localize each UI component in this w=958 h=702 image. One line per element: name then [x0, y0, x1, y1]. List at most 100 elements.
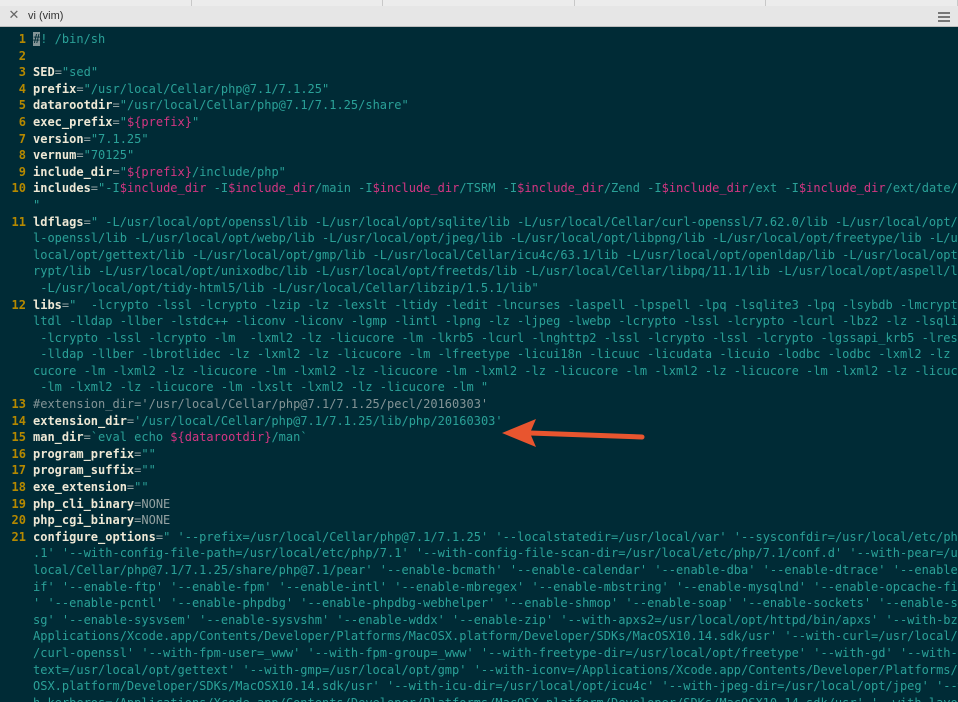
- line-number: 6: [18, 114, 26, 129]
- code-token: "": [141, 463, 156, 478]
- code-token: =NONE: [134, 496, 171, 511]
- code-line[interactable]: 3 SED="sed": [0, 64, 958, 81]
- line-text: h-kerberos=/Applications/Xcode.app/Conte…: [33, 695, 958, 702]
- editor-lines: 1 #! /bin/sh 2 3 SED="sed" 4 prefix="/usr/loca…: [0, 31, 958, 702]
- code-line[interactable]: .1' '--with-config-file-path=/usr/local/…: [0, 545, 958, 562]
- code-token: "": [141, 446, 156, 461]
- code-line[interactable]: 9 include_dir="${prefix}/include/php": [0, 164, 958, 181]
- code-token: text=/usr/local/opt/gettext' '--with-gmp…: [33, 662, 958, 677]
- code-token: #extension_dir='/usr/local/Cellar/php@7.…: [33, 397, 489, 412]
- vim-editor[interactable]: 1 #! /bin/sh 2 3 SED="sed" 4 prefix="/usr/loca…: [0, 27, 958, 702]
- code-token: $include_dir: [661, 181, 749, 196]
- code-line[interactable]: local/opt/gettext/lib -L/usr/local/opt/g…: [0, 247, 958, 264]
- code-line[interactable]: 20 php_cgi_binary=NONE: [0, 512, 958, 529]
- line-text: program_suffix="": [33, 462, 955, 479]
- code-token: cucore -lm -lxml2 -lz -licucore -lm -lxm…: [33, 363, 958, 378]
- code-token: ": [119, 164, 127, 179]
- code-token: =: [76, 148, 84, 163]
- line-text: rypt/lib -L/usr/local/opt/unixodbc/lib -…: [33, 263, 958, 280]
- code-line[interactable]: h-kerberos=/Applications/Xcode.app/Conte…: [0, 695, 958, 702]
- code-token: /include/php": [191, 164, 286, 179]
- code-line[interactable]: local/Cellar/php@7.1/7.1.25/share/php@7.…: [0, 562, 958, 579]
- code-line[interactable]: ": [0, 197, 958, 214]
- code-line[interactable]: 19 php_cli_binary=NONE: [0, 496, 958, 513]
- line-text: -L/usr/local/opt/tidy-html5/lib -L/usr/l…: [33, 280, 955, 297]
- line-number: 12: [11, 297, 26, 312]
- code-token: -lcrypto -lssl -lcrypto -lm -lxml2 -lz -…: [33, 330, 958, 345]
- line-text: -lm -lxml2 -lz -licucore -lm -lxslt -lxm…: [33, 379, 955, 396]
- code-token: -L/usr/local/opt/tidy-html5/lib -L/usr/l…: [33, 280, 539, 295]
- line-text: man_dir=`eval echo ${datarootdir}/man`: [33, 429, 955, 446]
- code-line[interactable]: Applications/Xcode.app/Contents/Develope…: [0, 628, 958, 645]
- code-line[interactable]: 1 #! /bin/sh: [0, 31, 958, 48]
- code-line[interactable]: text=/usr/local/opt/gettext' '--with-gmp…: [0, 662, 958, 679]
- code-line[interactable]: 14 extension_dir='/usr/local/Cellar/php@7…: [0, 413, 958, 430]
- line-text: ": [33, 197, 955, 214]
- code-token: $include_dir: [119, 181, 207, 196]
- line-text: OSX.platform/Developer/SDKs/MacOSX10.14.…: [33, 678, 958, 695]
- line-text: /curl-openssl' '--with-fpm-user=_www' '-…: [33, 645, 958, 662]
- code-line[interactable]: 2: [0, 48, 958, 65]
- code-token: $include_dir: [372, 181, 460, 196]
- code-line[interactable]: -lcrypto -lssl -lcrypto -lm -lxml2 -lz -…: [0, 330, 958, 347]
- code-token: ! /bin/sh: [40, 32, 106, 46]
- line-text: exe_extension="": [33, 479, 955, 496]
- code-token: "70125": [83, 148, 135, 163]
- code-line[interactable]: -lldap -llber -lbrotlidec -lz -lxml2 -lz…: [0, 346, 958, 363]
- line-number: 8: [18, 148, 26, 163]
- close-icon[interactable]: ✕: [7, 8, 21, 22]
- code-line[interactable]: 6 exec_prefix="${prefix}": [0, 114, 958, 131]
- code-line[interactable]: if' '--enable-ftp' '--enable-fpm' '--ena…: [0, 579, 958, 596]
- code-line[interactable]: 17 program_suffix="": [0, 462, 958, 479]
- line-text: #extension_dir='/usr/local/Cellar/php@7.…: [33, 396, 955, 413]
- code-line[interactable]: 21 configure_options=" '--prefix=/usr/loc…: [0, 529, 958, 546]
- line-number: 20: [11, 513, 26, 528]
- code-token: ${datarootdir}: [170, 430, 272, 445]
- code-line[interactable]: 18 exe_extension="": [0, 479, 958, 496]
- line-number: 5: [18, 98, 26, 113]
- code-token: OSX.platform/Developer/SDKs/MacOSX10.14.…: [33, 679, 958, 694]
- code-token: ": [119, 114, 127, 129]
- code-line[interactable]: sg' '--enable-sysvsem' '--enable-sysvshm…: [0, 612, 958, 629]
- code-line[interactable]: ' '--enable-pcntl' '--enable-phpdbg' '--…: [0, 595, 958, 612]
- code-token: /man`: [271, 430, 308, 445]
- code-line[interactable]: 7 version="7.1.25": [0, 131, 958, 148]
- code-line[interactable]: 11 ldflags=" -L/usr/local/opt/openssl/lib…: [0, 214, 958, 231]
- code-line[interactable]: 8 vernum="70125": [0, 147, 958, 164]
- code-line[interactable]: cucore -lm -lxml2 -lz -licucore -lm -lxm…: [0, 363, 958, 380]
- code-token: exe_extension: [33, 480, 127, 495]
- code-line[interactable]: 5 datarootdir="/usr/local/Cellar/php@7.1/…: [0, 97, 958, 114]
- code-token: Applications/Xcode.app/Contents/Develope…: [33, 629, 958, 644]
- line-number: 1: [18, 32, 26, 46]
- hamburger-menu-icon[interactable]: [938, 12, 950, 24]
- code-line[interactable]: 15 man_dir=`eval echo ${datarootdir}/man`: [0, 429, 958, 446]
- code-line[interactable]: OSX.platform/Developer/SDKs/MacOSX10.14.…: [0, 678, 958, 695]
- terminal-tab-bar: ✕ vi (vim): [0, 6, 958, 27]
- code-token: $include_dir: [517, 181, 604, 196]
- line-text: php_cgi_binary=NONE: [33, 512, 955, 529]
- code-line[interactable]: /curl-openssl' '--with-fpm-user=_www' '-…: [0, 645, 958, 662]
- code-line[interactable]: -L/usr/local/opt/tidy-html5/lib -L/usr/l…: [0, 280, 958, 297]
- code-line[interactable]: 10 includes="-I$include_dir -I$include_di…: [0, 180, 958, 197]
- code-token: "7.1.25": [90, 131, 149, 146]
- line-text: l-openssl/lib -L/usr/local/opt/webp/lib …: [33, 230, 958, 247]
- line-text: include_dir="${prefix}/include/php": [33, 164, 955, 181]
- code-token: configure_options: [33, 529, 156, 544]
- code-line[interactable]: -lm -lxml2 -lz -licucore -lm -lxslt -lxm…: [0, 379, 958, 396]
- code-token: " '--prefix=/usr/local/Cellar/php@7.1/7.…: [163, 529, 958, 544]
- code-line[interactable]: 13 #extension_dir='/usr/local/Cellar/php@…: [0, 396, 958, 413]
- code-line[interactable]: ltdl -lldap -llber -lstdc++ -liconv -lic…: [0, 313, 958, 330]
- code-line[interactable]: 4 prefix="/usr/local/Cellar/php@7.1/7.1.2…: [0, 81, 958, 98]
- code-token: "": [134, 480, 149, 495]
- code-line[interactable]: rypt/lib -L/usr/local/opt/unixodbc/lib -…: [0, 263, 958, 280]
- code-token: exec_prefix: [33, 114, 113, 129]
- line-text: prefix="/usr/local/Cellar/php@7.1/7.1.25…: [33, 81, 955, 98]
- line-number: 14: [11, 413, 26, 428]
- code-token: ${prefix}: [126, 164, 192, 179]
- code-token: program_prefix: [33, 446, 135, 461]
- code-token: includes: [33, 181, 91, 196]
- code-line[interactable]: l-openssl/lib -L/usr/local/opt/webp/lib …: [0, 230, 958, 247]
- code-line[interactable]: 16 program_prefix="": [0, 446, 958, 463]
- code-line[interactable]: 12 libs=" -lcrypto -lssl -lcrypto -lzip -…: [0, 297, 958, 314]
- code-token: if' '--enable-ftp' '--enable-fpm' '--ena…: [33, 579, 958, 594]
